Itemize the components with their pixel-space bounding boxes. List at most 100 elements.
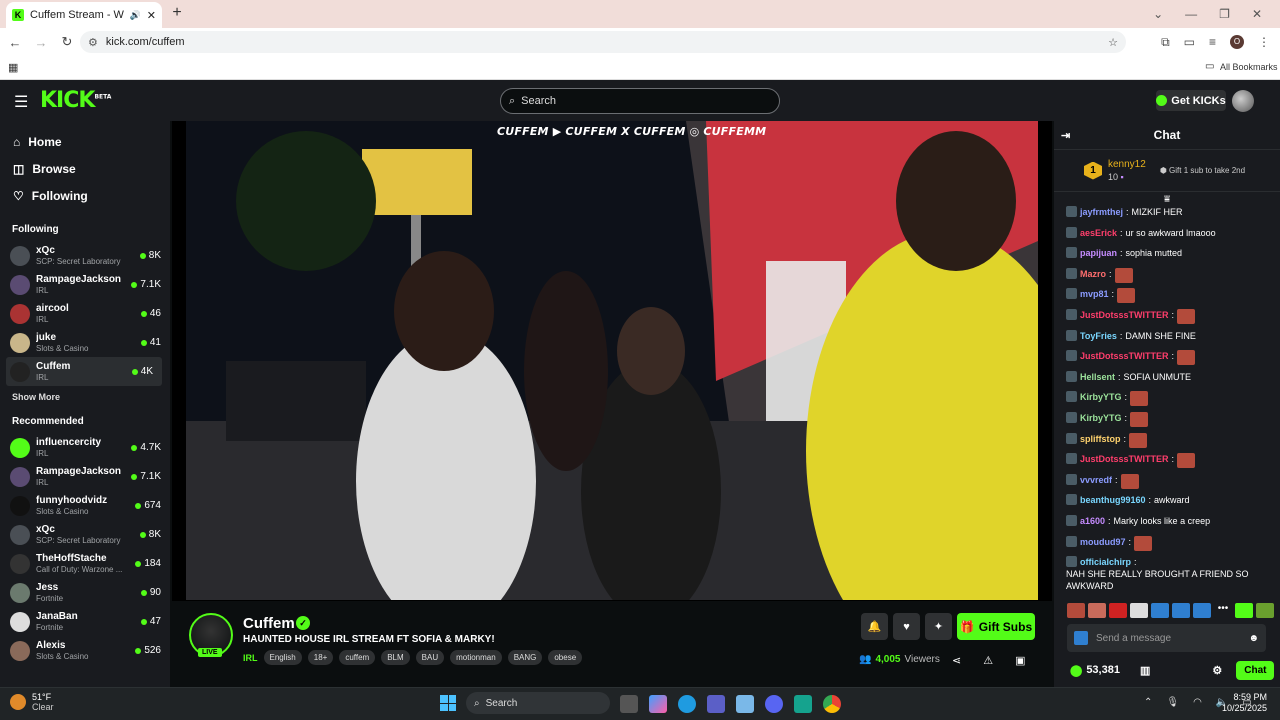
address-bar[interactable]: ⚙ kick.com/cuffem ☆	[80, 31, 1126, 53]
chat-username[interactable]: mvp81	[1080, 288, 1109, 300]
collapse-chat-icon[interactable]: ⇥	[1061, 129, 1070, 142]
back-icon[interactable]: ←	[2, 35, 28, 50]
menu-icon[interactable]: ⋮	[1258, 35, 1270, 49]
chat-username[interactable]: KirbyYTG	[1080, 391, 1122, 403]
tray-chevron-icon[interactable]: ⌃	[1144, 697, 1152, 708]
user-avatar[interactable]	[1232, 90, 1254, 112]
sidebar-channel-rampagejackson[interactable]: RampageJackson IRL 7.1K	[0, 462, 170, 491]
hamburger-menu-icon[interactable]: ☰	[14, 92, 28, 112]
chat-username[interactable]: beanthug99160	[1080, 494, 1146, 506]
sidebar-channel-janaban[interactable]: JanaBan Fortnite 47	[0, 607, 170, 636]
stream-tag[interactable]: motionman	[450, 650, 502, 665]
show-more-button[interactable]: Show More	[0, 386, 170, 408]
reload-icon[interactable]: ↻	[54, 34, 80, 50]
sidebar-channel-cuffem[interactable]: Cuffem IRL 4K	[6, 357, 162, 386]
chat-username[interactable]: spliffstop	[1080, 433, 1121, 445]
windows-start-icon[interactable]	[440, 695, 456, 711]
chat-username[interactable]: ToyFries	[1080, 330, 1117, 342]
chat-username[interactable]: vvvredf	[1080, 474, 1112, 486]
notification-bell-icon[interactable]: 🔔	[861, 613, 888, 640]
streamer-name[interactable]: Cuffem	[243, 615, 295, 632]
wifi-icon[interactable]: ◠	[1193, 697, 1202, 708]
video-frame[interactable]	[186, 121, 1038, 600]
stream-tag[interactable]: 18+	[307, 650, 334, 665]
chat-username[interactable]: KirbyYTG	[1080, 412, 1122, 424]
chat-username[interactable]: Mazro	[1080, 268, 1106, 280]
bookmark-star-icon[interactable]: ☆	[1108, 36, 1118, 49]
forward-icon[interactable]: →	[28, 35, 54, 50]
channel-points[interactable]: 53,381	[1086, 664, 1120, 676]
emote-icon[interactable]	[1151, 603, 1169, 618]
new-tab-button[interactable]: +	[168, 4, 186, 22]
speaker-icon[interactable]: 🔊	[130, 10, 141, 21]
store-icon[interactable]: ▥	[1140, 664, 1150, 677]
chat-send-button[interactable]: Chat	[1236, 660, 1275, 680]
chat-username[interactable]: a1600	[1080, 515, 1105, 527]
stream-tag[interactable]: English	[263, 650, 302, 665]
get-kicks-button[interactable]: Get KICKs	[1156, 90, 1226, 111]
sidebar-channel-aircool[interactable]: aircool IRL 46	[0, 299, 170, 328]
all-bookmarks[interactable]: All Bookmarks	[1220, 62, 1278, 72]
emote-icon[interactable]	[1067, 603, 1085, 618]
chat-username[interactable]: JustDotsssTWITTER	[1080, 350, 1169, 362]
chat-username[interactable]: papijuan	[1080, 247, 1117, 259]
chat-username[interactable]: jayfrmthej	[1080, 206, 1123, 218]
stream-tag[interactable]: BLM	[381, 650, 410, 665]
minimize-icon[interactable]: —	[1185, 7, 1197, 21]
sidebar-channel-xqc[interactable]: xQc SCP: Secret Laboratory 8K	[0, 241, 170, 270]
microphone-icon[interactable]: 🎙	[1166, 697, 1179, 708]
chat-username[interactable]: officialchirp	[1080, 556, 1131, 568]
emote-icon[interactable]	[1193, 603, 1211, 618]
copilot-icon[interactable]	[649, 695, 667, 713]
category-link[interactable]: IRL	[243, 653, 258, 663]
chat-username[interactable]: JustDotsssTWITTER	[1080, 309, 1169, 321]
sidebar-channel-jess[interactable]: Jess Fortnite 90	[0, 578, 170, 607]
apps-grid-icon[interactable]: ▦	[8, 61, 18, 74]
chat-settings-icon[interactable]: ⚙	[1212, 664, 1222, 677]
sidebar-channel-rampagejackson[interactable]: RampageJackson IRL 7.1K	[0, 270, 170, 299]
tab-search-icon[interactable]: ⌄	[1153, 7, 1163, 21]
emote-icon[interactable]	[1088, 603, 1106, 618]
sidebar-channel-thehoffstache[interactable]: TheHoffStache Call of Duty: Warzone ... 18…	[0, 549, 170, 578]
theater-mode-icon[interactable]: ▣	[1015, 654, 1025, 667]
emote-icon[interactable]	[1235, 603, 1253, 618]
profile-avatar[interactable]: O	[1230, 35, 1244, 49]
emote-icon[interactable]	[1256, 603, 1274, 618]
sidebar-channel-alexis[interactable]: Alexis Slots & Casino 526	[0, 636, 170, 665]
nav-home[interactable]: ⌂ Home	[0, 128, 170, 155]
taskbar-search[interactable]: ⌕ Search	[466, 692, 610, 714]
site-info-icon[interactable]: ⚙	[88, 36, 98, 49]
teams-icon[interactable]	[707, 695, 725, 713]
nav-browse[interactable]: ◫ Browse	[0, 155, 170, 182]
cast-icon[interactable]: ▭	[1184, 35, 1195, 49]
pinned-expand-icon[interactable]: ⩸	[1054, 194, 1280, 205]
stream-tag[interactable]: obese	[548, 650, 583, 665]
follow-heart-icon[interactable]: ♥	[893, 613, 920, 640]
share-icon[interactable]: ⋖	[952, 654, 961, 667]
stream-tag[interactable]: cuffem	[339, 650, 376, 665]
sidebar-channel-juke[interactable]: juke Slots & Casino 41	[0, 328, 170, 357]
report-icon[interactable]: ⚠	[983, 654, 993, 667]
app-icon[interactable]	[794, 695, 812, 713]
emote-icon[interactable]: •••	[1214, 603, 1232, 618]
close-window-icon[interactable]: ✕	[1252, 7, 1262, 21]
extensions-icon[interactable]: ⧉	[1161, 35, 1170, 50]
weather-widget[interactable]: 51°F Clear	[10, 692, 54, 712]
gift-subs-button[interactable]: 🎁 Gift Subs	[957, 613, 1035, 640]
notepad-icon[interactable]	[736, 695, 754, 713]
maximize-icon[interactable]: ❐	[1219, 7, 1230, 21]
chat-username[interactable]: JustDotsssTWITTER	[1080, 453, 1169, 465]
kick-logo[interactable]: KICKBETA	[40, 88, 111, 113]
close-tab-icon[interactable]: ✕	[147, 9, 156, 22]
clip-sparkle-icon[interactable]: ✦	[925, 613, 952, 640]
chat-username[interactable]: moudud97	[1080, 536, 1126, 548]
taskbar-clock[interactable]: 8:59 PM 10/25/2025	[1222, 692, 1267, 714]
edge-icon[interactable]	[678, 695, 696, 713]
reading-list-icon[interactable]: ≡	[1209, 35, 1216, 49]
chat-message-input[interactable]: Send a message ☻	[1067, 624, 1266, 652]
task-view-icon[interactable]	[620, 695, 638, 713]
stream-tag[interactable]: BAU	[415, 650, 445, 665]
stream-tag[interactable]: BANG	[507, 650, 543, 665]
chrome-icon[interactable]	[823, 695, 841, 713]
chat-username[interactable]: Hellsent	[1080, 371, 1115, 383]
